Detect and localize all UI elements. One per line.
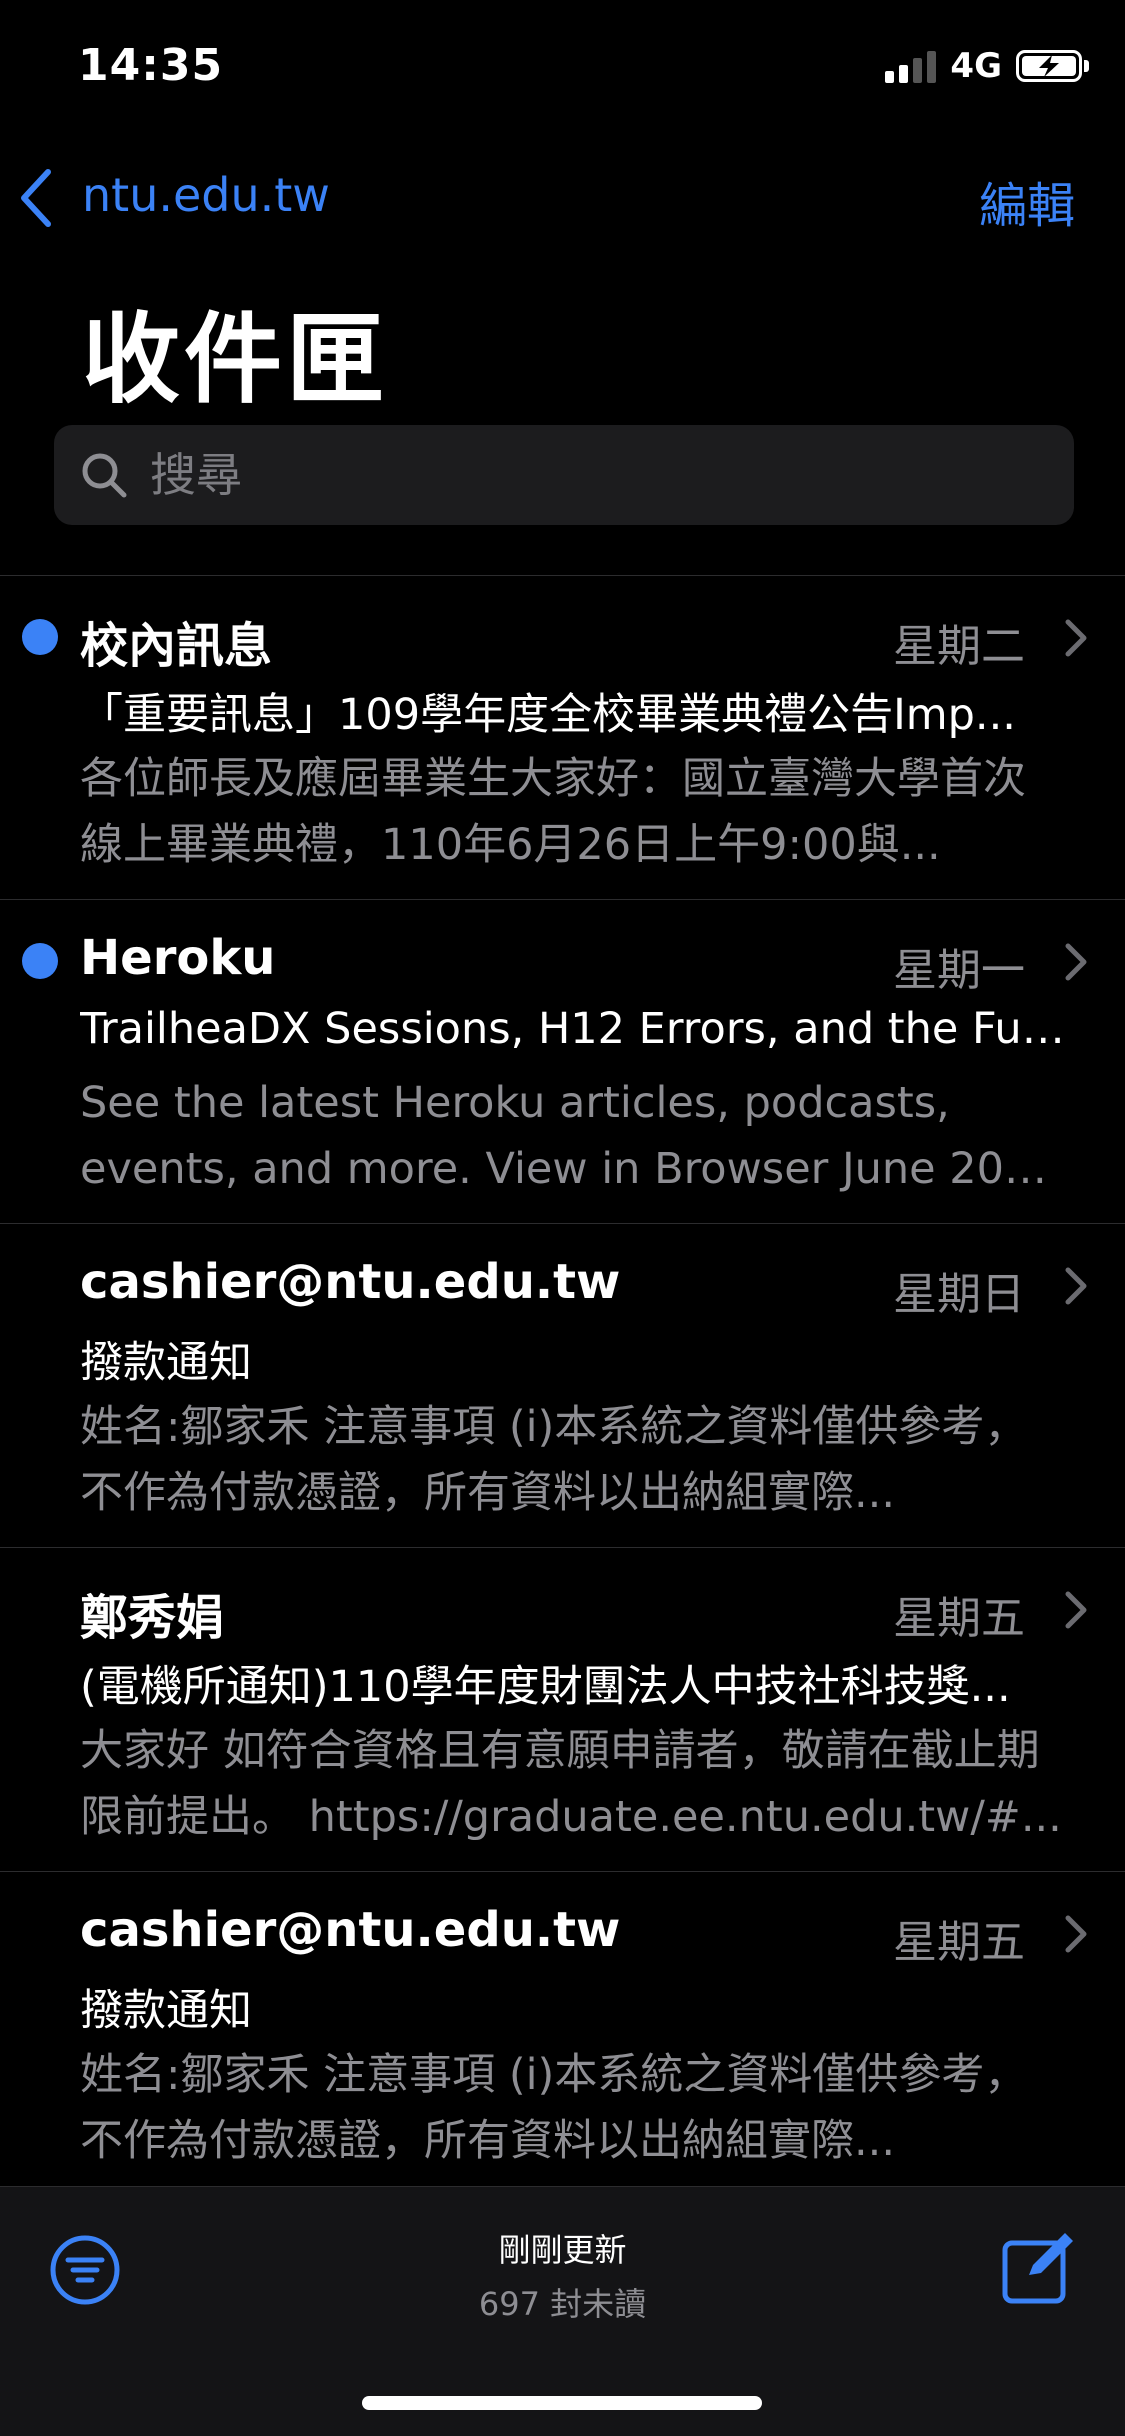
mail-list: 校內訊息 星期二 「重要訊息」109學年度全校畢業典禮公告Imp... 各位師長… [0, 575, 1125, 2195]
mail-item[interactable]: 校內訊息 星期二 「重要訊息」109學年度全校畢業典禮公告Imp... 各位師長… [0, 575, 1125, 899]
battery-cap [1084, 60, 1089, 72]
chevron-right-icon [1065, 1915, 1087, 1953]
mail-subject: 撥款通知 [80, 1338, 252, 1388]
chevron-right-icon [1065, 1267, 1087, 1305]
signal-icon [885, 49, 937, 83]
status-time: 14:35 [78, 40, 224, 91]
search-input[interactable] [148, 447, 1074, 503]
chevron-right-icon [1065, 619, 1087, 657]
mail-preview: 姓名:鄒家禾 注意事項 (i)本系統之資料僅供參考，不作為付款憑證，所有資料以出… [80, 2050, 1028, 2166]
update-status: 剛剛更新 [498, 2231, 627, 2269]
mail-subject: 撥款通知 [80, 1986, 252, 2036]
mail-sender: cashier@ntu.edu.tw [80, 1902, 621, 1958]
search-icon [82, 453, 127, 498]
status-bar: 14:35 4G [0, 0, 1125, 140]
chevron-left-icon [21, 169, 51, 227]
unread-indicator [22, 943, 58, 979]
unread-count: 697 封未讀 [478, 2285, 647, 2323]
mail-date: 星期日 [893, 1269, 1025, 1320]
account-back-link[interactable]: ntu.edu.tw [82, 168, 330, 222]
chevron-right-icon [1065, 1591, 1087, 1629]
status-indicators: 4G [885, 46, 1089, 86]
mail-preview: 大家好 如符合資格且有意願申請者，敬請在截止期限前提出。 https://gra… [80, 1726, 1062, 1842]
mail-item[interactable]: Heroku 星期一 TrailheaDX Sessions, H12 Erro… [0, 899, 1125, 1223]
mail-preview: 各位師長及應屆畢業生大家好：國立臺灣大學首次線上畢業典禮，110年6月26日上午… [80, 754, 1026, 870]
mailbox-status: 剛剛更新 697 封未讀 [0, 2225, 1125, 2325]
battery-icon [1016, 50, 1082, 82]
mail-preview: See the latest Heroku articles, podcasts… [80, 1078, 1059, 1194]
mail-subject: TrailheaDX Sessions, H12 Errors, and the… [80, 1004, 1065, 1054]
mail-date: 星期一 [893, 945, 1025, 996]
chevron-right-icon [1065, 943, 1087, 981]
home-indicator[interactable] [362, 2396, 762, 2410]
unread-indicator [22, 619, 58, 655]
mail-item[interactable]: 鄭秀娟 星期五 (電機所通知)110學年度財團法人中技社科技獎... 大家好 如… [0, 1547, 1125, 1871]
mail-item[interactable]: cashier@ntu.edu.tw 星期日 撥款通知 姓名:鄒家禾 注意事項 … [0, 1223, 1125, 1547]
mail-sender: cashier@ntu.edu.tw [80, 1254, 621, 1310]
mail-sender: Heroku [80, 930, 276, 986]
mail-date: 星期五 [893, 1917, 1025, 1968]
search-bar[interactable] [54, 425, 1074, 525]
page-title: 收件匣 [82, 303, 389, 417]
mail-subject: 「重要訊息」109學年度全校畢業典禮公告Imp... [80, 690, 1016, 740]
mail-subject: (電機所通知)110學年度財團法人中技社科技獎... [80, 1662, 1011, 1712]
mail-sender: 校內訊息 [80, 618, 273, 674]
back-button[interactable] [18, 165, 66, 231]
mail-preview: 姓名:鄒家禾 注意事項 (i)本系統之資料僅供參考，不作為付款憑證，所有資料以出… [80, 1402, 1028, 1518]
compose-icon[interactable] [999, 2229, 1077, 2307]
mail-item[interactable]: cashier@ntu.edu.tw 星期五 撥款通知 姓名:鄒家禾 注意事項 … [0, 1871, 1125, 2195]
network-type: 4G [950, 46, 1002, 86]
mail-sender: 鄭秀娟 [80, 1590, 225, 1646]
mail-date: 星期五 [893, 1593, 1025, 1644]
edit-button[interactable]: 編輯 [979, 166, 1075, 236]
mail-date: 星期二 [893, 621, 1025, 672]
